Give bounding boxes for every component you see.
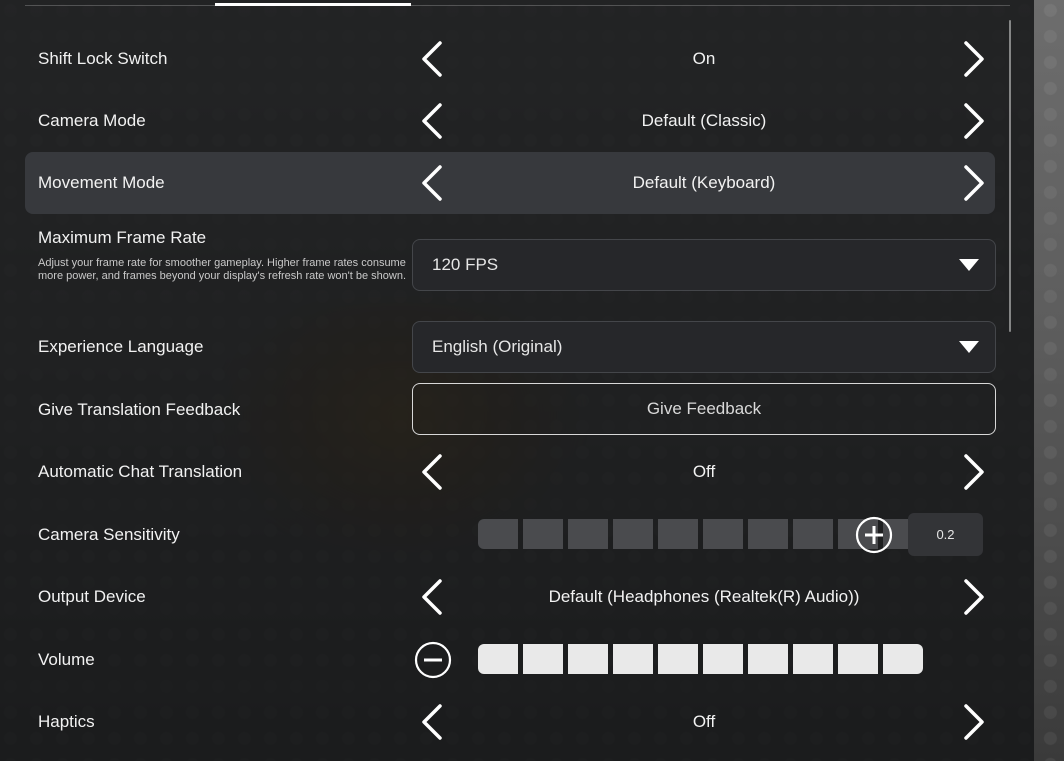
setting-label: Haptics (38, 712, 95, 731)
slider-segment[interactable] (523, 519, 563, 549)
slider-segment[interactable] (658, 519, 698, 549)
slider-segment[interactable] (703, 519, 743, 549)
setting-row-translation-feedback: Give Translation Feedback Give Feedback (25, 379, 996, 441)
language-dropdown[interactable]: English (Original) (412, 321, 996, 373)
caret-down-icon (959, 341, 979, 353)
caret-down-icon (959, 259, 979, 271)
dropdown-value: English (Original) (432, 337, 563, 356)
slider-segment[interactable] (568, 644, 608, 674)
chevron-right-icon[interactable] (959, 452, 989, 492)
give-feedback-button[interactable]: Give Feedback (412, 383, 996, 435)
setting-label: Movement Mode (38, 173, 165, 192)
slider-segment[interactable] (793, 519, 833, 549)
setting-row-volume: Volume (25, 629, 995, 691)
setting-value: Default (Headphones (Realtek(R) Audio)) (548, 587, 860, 606)
setting-value: Default (Keyboard) (632, 173, 776, 192)
plus-circle-icon[interactable] (855, 516, 893, 554)
active-tab-indicator (215, 3, 411, 6)
sensitivity-value-box[interactable]: 0.2 (908, 513, 983, 556)
chevron-left-icon[interactable] (417, 163, 447, 203)
chevron-left-icon[interactable] (417, 39, 447, 79)
setting-value: On (692, 49, 716, 68)
setting-label: Maximum Frame Rate (38, 228, 207, 247)
setting-description: Adjust your frame rate for smoother game… (38, 257, 407, 282)
setting-row-chat-translation: Automatic Chat Translation Off (25, 441, 995, 503)
slider-segment[interactable] (478, 644, 518, 674)
setting-value: Default (Classic) (641, 111, 767, 130)
setting-label: Camera Mode (38, 111, 146, 130)
chevron-right-icon[interactable] (959, 39, 989, 79)
slider-segment[interactable] (613, 519, 653, 549)
setting-label: Give Translation Feedback (38, 400, 241, 419)
slider-segment[interactable] (748, 644, 788, 674)
setting-row-camera-mode: Camera Mode Default (Classic) (25, 90, 995, 152)
setting-row-output-device: Output Device Default (Headphones (Realt… (25, 566, 995, 628)
slider-segment[interactable] (613, 644, 653, 674)
slider-segment[interactable] (838, 644, 878, 674)
minus-circle-icon[interactable] (414, 641, 452, 679)
setting-label: Camera Sensitivity (38, 525, 180, 544)
chevron-right-icon[interactable] (959, 702, 989, 742)
slider-segment[interactable] (523, 644, 563, 674)
settings-panel: Shift Lock Switch On Camera Mode Default… (0, 0, 1034, 761)
chevron-left-icon[interactable] (417, 702, 447, 742)
tab-divider (25, 5, 1010, 6)
setting-row-shift-lock: Shift Lock Switch On (25, 28, 995, 90)
setting-row-movement-mode[interactable]: Movement Mode Default (Keyboard) (25, 152, 995, 214)
setting-label: Experience Language (38, 337, 204, 356)
chevron-right-icon[interactable] (959, 163, 989, 203)
chevron-right-icon[interactable] (959, 577, 989, 617)
slider-segment[interactable] (568, 519, 608, 549)
setting-row-camera-sensitivity: Camera Sensitivity 0.2 (25, 504, 995, 566)
chevron-left-icon[interactable] (417, 452, 447, 492)
volume-slider[interactable] (478, 644, 923, 674)
frame-rate-dropdown[interactable]: 120 FPS (412, 239, 996, 291)
slider-segment[interactable] (748, 519, 788, 549)
chevron-left-icon[interactable] (417, 101, 447, 141)
setting-label: Output Device (38, 587, 146, 606)
setting-value: Off (692, 462, 716, 481)
dropdown-value: 120 FPS (432, 255, 499, 274)
scrollbar[interactable] (1009, 20, 1011, 332)
slider-segment[interactable] (658, 644, 698, 674)
chevron-left-icon[interactable] (417, 577, 447, 617)
setting-label: Volume (38, 650, 95, 669)
setting-row-frame-rate: Maximum Frame Rate Adjust your frame rat… (25, 214, 996, 314)
setting-row-language: Experience Language English (Original) (25, 316, 996, 378)
slider-segment[interactable] (478, 519, 518, 549)
slider-segment[interactable] (703, 644, 743, 674)
setting-label: Automatic Chat Translation (38, 462, 243, 481)
chevron-right-icon[interactable] (959, 101, 989, 141)
setting-value: Off (692, 712, 716, 731)
slider-segment[interactable] (883, 644, 923, 674)
slider-segment[interactable] (793, 644, 833, 674)
setting-row-haptics: Haptics Off (25, 691, 995, 753)
setting-label: Shift Lock Switch (38, 49, 168, 68)
